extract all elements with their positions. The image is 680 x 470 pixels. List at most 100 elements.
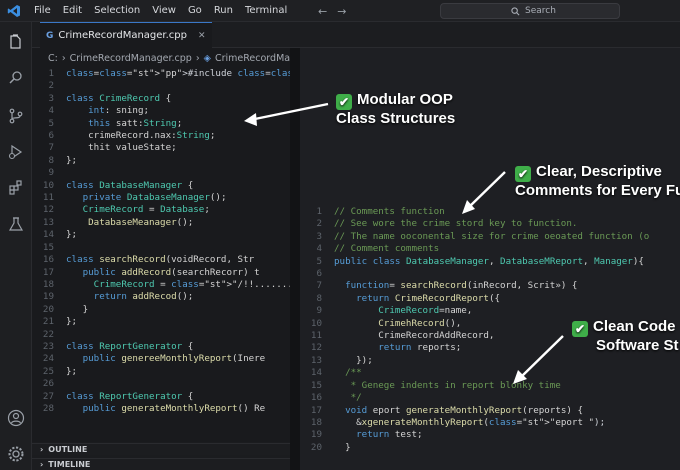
settings-gear-icon[interactable] — [6, 444, 26, 464]
menu-file[interactable]: File — [28, 0, 57, 22]
code-text: function= searchRecord(inRecord, Scrit»)… — [345, 280, 578, 292]
extensions-icon[interactable] — [6, 178, 26, 198]
cpp-file-icon: ◈ — [203, 52, 211, 64]
line-number: 16 — [42, 254, 54, 266]
code-line: 17 void eport generateMonthlyReport(repo… — [300, 405, 649, 417]
code-text: public addRecord(searchRecorr) t — [82, 266, 260, 278]
line-number: 8 — [316, 292, 322, 304]
explorer-icon[interactable] — [6, 32, 26, 52]
line-number: 16 — [310, 392, 322, 404]
line-number: 23 — [42, 340, 54, 352]
code-text: // Comment comments — [334, 243, 440, 255]
testing-flask-icon[interactable] — [6, 214, 26, 234]
code-text: private DatabaseManager(); — [82, 192, 227, 204]
line-number: 18 — [310, 416, 322, 428]
line-number: 3 — [316, 230, 322, 242]
code-line: 16 */ — [300, 392, 649, 404]
breadcrumb-file[interactable]: CrimeRecordManager.cpp — [70, 53, 192, 64]
line-number: 12 — [42, 204, 54, 216]
line-number: 21 — [42, 316, 54, 328]
code-line: 4 // Comment comments — [300, 243, 649, 255]
timeline-panel-header[interactable]: › TIMELINE — [32, 458, 290, 470]
line-number: 22 — [42, 328, 54, 340]
line-number: 20 — [42, 303, 54, 315]
callout-text: Clear, Descriptive — [536, 163, 662, 180]
callout-clean-code: ✔ Clean Code Software St — [572, 318, 679, 355]
code-text: } — [334, 441, 351, 453]
activity-bar — [0, 22, 32, 470]
line-number: 4 — [48, 105, 54, 117]
line-number: 7 — [48, 142, 54, 154]
menu-terminal[interactable]: Terminal — [239, 0, 293, 22]
code-line: 20 } — [300, 442, 649, 454]
navigation-arrows: ← → — [318, 0, 346, 22]
menu-selection[interactable]: Selection — [88, 0, 146, 22]
code-text: int: sning; — [88, 105, 150, 117]
forward-arrow-icon[interactable]: → — [337, 5, 346, 18]
code-text: public genereeMonthlyReport(Inere — [82, 353, 266, 365]
search-box[interactable]: Search — [440, 3, 620, 19]
code-text: CrimehRecord(), — [378, 317, 462, 329]
outline-panel-header[interactable]: › OUTLINE — [32, 443, 290, 455]
cpp-file-icon: G — [46, 30, 54, 41]
code-text: // See wore the crime stord key to funct… — [334, 218, 578, 230]
line-number: 17 — [42, 266, 54, 278]
code-text: return CrimeRecordReport({ — [356, 292, 501, 304]
line-number: 1 — [48, 68, 54, 79]
close-icon[interactable]: ✕ — [198, 31, 206, 41]
code-text: void eport generateMonthlyReport(reports… — [345, 404, 583, 416]
line-number: 17 — [310, 404, 322, 416]
code-line: 9 CrimeRecord=name, — [300, 305, 649, 317]
line-number: 19 — [310, 429, 322, 441]
account-icon[interactable] — [6, 408, 26, 428]
line-number: 12 — [310, 342, 322, 354]
line-number: 13 — [310, 354, 322, 366]
line-number: 2 — [316, 218, 322, 230]
back-arrow-icon[interactable]: ← — [318, 5, 327, 18]
source-control-icon[interactable] — [6, 106, 26, 126]
code-text: /** — [334, 367, 362, 379]
outline-label: OUTLINE — [48, 445, 88, 454]
line-number: 10 — [310, 317, 322, 329]
line-number: 25 — [42, 365, 54, 377]
line-number: 3 — [48, 92, 54, 104]
editor-tab-strip: G CrimeRecordManager.cpp ✕ — [32, 22, 680, 48]
line-number: 28 — [42, 402, 54, 414]
search-icon — [511, 6, 520, 15]
menu-view[interactable]: View — [146, 0, 182, 22]
line-number: 6 — [48, 130, 54, 142]
code-text: CrimeRecord = class="st">"/!!...........… — [93, 278, 321, 290]
editor-split-divider[interactable] — [290, 48, 300, 470]
run-debug-icon[interactable] — [6, 142, 26, 162]
code-line: 6 — [300, 268, 649, 280]
line-number: 27 — [42, 390, 54, 402]
code-text: CrimeRecordAddRecord, — [334, 330, 495, 342]
menu-go[interactable]: Go — [182, 0, 208, 22]
code-text: * Genege indents in report blonky time — [334, 379, 561, 391]
line-number: 15 — [42, 241, 54, 253]
code-line: 14 /** — [300, 367, 649, 379]
breadcrumb-root[interactable]: C: — [48, 53, 58, 64]
code-text: public class DatabaseManager, DatabaseMR… — [334, 255, 644, 267]
search-label: Search — [525, 6, 556, 16]
title-bar: File Edit Selection View Go Run Terminal… — [0, 0, 680, 22]
code-text: class searchRecord(voidRecord, Str — [66, 254, 255, 266]
code-text: }; — [66, 316, 78, 328]
menu-run[interactable]: Run — [208, 0, 239, 22]
chevron-right-icon: › — [195, 52, 200, 64]
search-icon[interactable] — [6, 68, 26, 88]
line-number: 10 — [42, 179, 54, 191]
callout-clear-comments: ✔ Clear, Descriptive Comments for Every F… — [515, 163, 680, 200]
tab-crime-record-manager[interactable]: G CrimeRecordManager.cpp ✕ — [40, 22, 212, 48]
code-text: public generateMonthlyReport() Re — [82, 402, 266, 414]
code-line: 2 // See wore the crime stord key to func… — [300, 218, 649, 230]
check-icon: ✔ — [572, 321, 588, 337]
timeline-label: TIMELINE — [48, 460, 91, 469]
callout-text: Class Structures — [336, 110, 456, 127]
menu-edit[interactable]: Edit — [57, 0, 88, 22]
line-number: 26 — [42, 378, 54, 390]
editor-left-pane: C: › CrimeRecordManager.cpp › ◈ CrimeRec… — [32, 48, 453, 442]
callout-text: Modular OOP — [357, 91, 453, 108]
line-number: 5 — [316, 255, 322, 267]
code-line: 3 // The name ooconental size for crime o… — [300, 231, 649, 243]
